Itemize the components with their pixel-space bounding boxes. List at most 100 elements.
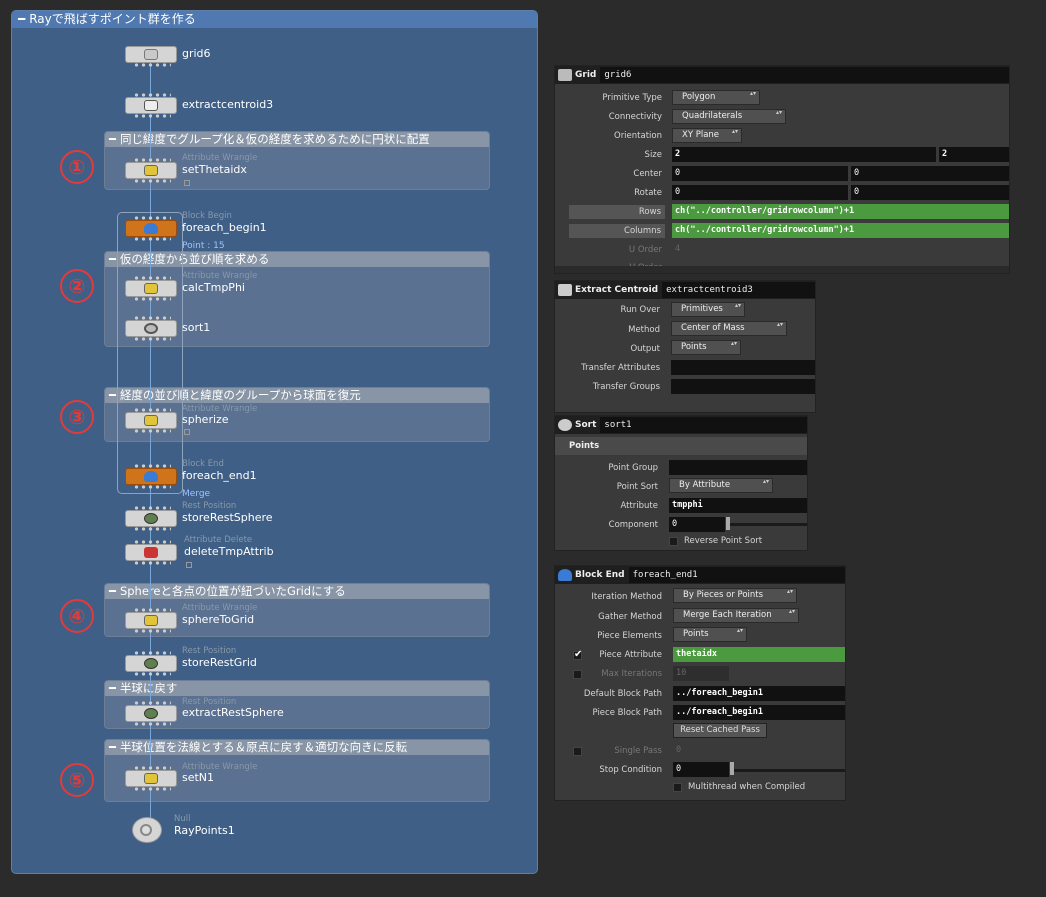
panel-node-type: Extract Centroid	[575, 285, 659, 295]
rest-icon	[144, 708, 158, 719]
reset-cached-pass-button[interactable]: Reset Cached Pass	[673, 723, 767, 738]
node-type-label: Block Begin	[182, 211, 232, 221]
center-x-field[interactable]: 0	[672, 166, 848, 181]
multithread-checkbox[interactable]	[673, 783, 682, 792]
node-extractcentroid3[interactable]	[125, 93, 177, 118]
rotate-y-field[interactable]: 0	[851, 185, 1009, 200]
gear-icon	[558, 419, 572, 431]
point-sort-label: Point Sort	[616, 482, 658, 492]
reverse-point-sort-checkbox[interactable]	[669, 537, 678, 546]
node-foreach_begin1[interactable]	[125, 216, 177, 241]
node-deleteTmpAttrib[interactable]	[125, 540, 177, 565]
points-section-tab[interactable]: Points	[555, 437, 807, 455]
extract-icon	[558, 284, 572, 296]
connectivity-dropdown[interactable]: Quadrilaterals	[672, 109, 786, 124]
block-end-parameter-panel: Block End foreach_end1 Iteration Method B…	[554, 565, 846, 801]
max-iterations-label: Max Iterations	[601, 669, 662, 679]
node-calcTmpPhi[interactable]	[125, 276, 177, 301]
node-sphereToGrid[interactable]	[125, 608, 177, 633]
stop-condition-slider[interactable]	[733, 769, 845, 772]
node-label: storeRestSphere	[182, 511, 273, 524]
horizontal-scrollbar[interactable]	[555, 266, 1009, 273]
transfer-attributes-field[interactable]	[671, 360, 815, 375]
stop-condition-slider-knob[interactable]	[730, 762, 734, 775]
piece-attribute-field[interactable]: thetaidx	[673, 647, 845, 662]
columns-field[interactable]: ch("../controller/gridrowcolumn")+1	[672, 223, 1009, 238]
node-extractRestSphere[interactable]	[125, 701, 177, 726]
size-x-field[interactable]: 2	[672, 147, 936, 162]
piece-block-path-field[interactable]: ../foreach_begin1	[673, 705, 845, 720]
node-label: extractRestSphere	[182, 706, 284, 719]
iteration-method-dropdown[interactable]: By Pieces or Points	[673, 588, 797, 603]
node-spherize[interactable]	[125, 408, 177, 433]
piece-attribute-label: Piece Attribute	[599, 650, 662, 660]
node-grid6[interactable]	[125, 46, 177, 67]
run-over-dropdown[interactable]: Primitives	[671, 302, 745, 317]
sort-icon	[144, 323, 158, 334]
orientation-dropdown[interactable]: XY Plane	[672, 128, 742, 143]
rest-icon	[144, 513, 158, 524]
component-label: Component	[608, 520, 658, 530]
node-name-field[interactable]: grid6	[600, 67, 1009, 83]
node-setN1[interactable]	[125, 766, 177, 791]
node-type-label: Block End	[182, 459, 224, 469]
panel-node-type: Sort	[575, 420, 597, 430]
default-block-path-field[interactable]: ../foreach_begin1	[673, 686, 845, 701]
default-block-path-label: Default Block Path	[583, 689, 662, 699]
component-slider[interactable]	[729, 523, 807, 526]
component-slider-knob[interactable]	[726, 517, 730, 530]
piece-elements-dropdown[interactable]: Points	[673, 627, 747, 642]
node-label: foreach_begin1	[182, 221, 267, 234]
method-dropdown[interactable]: Center of Mass	[671, 321, 787, 336]
stop-condition-field[interactable]: 0	[673, 762, 729, 777]
grid-icon	[558, 69, 572, 81]
network-editor[interactable]: ━ Rayで飛ばすポイント群を作る ━ 同じ緯度でグループ化＆仮の経度を求めるために…	[11, 10, 538, 874]
marker-4: ④	[60, 599, 94, 633]
node-label: sphereToGrid	[182, 613, 255, 626]
sort-parameter-panel: Sort sort1 Points Point Group Point Sort …	[554, 415, 808, 551]
center-label: Center	[633, 169, 662, 179]
node-name-field[interactable]: extractcentroid3	[662, 282, 815, 298]
transfer-groups-label: Transfer Groups	[592, 382, 660, 392]
u-order-field[interactable]: 4	[672, 242, 832, 257]
marker-1: ①	[60, 150, 94, 184]
transfer-groups-field[interactable]	[671, 379, 815, 394]
point-group-field[interactable]	[669, 460, 807, 475]
node-name-field[interactable]: sort1	[600, 417, 807, 433]
node-storeRestGrid[interactable]	[125, 651, 177, 676]
method-label: Method	[628, 325, 660, 335]
max-iterations-field[interactable]: 10	[673, 666, 729, 681]
primitive-type-dropdown[interactable]: Polygon	[672, 90, 760, 105]
gather-method-dropdown[interactable]: Merge Each Iteration	[673, 608, 799, 623]
connectivity-label: Connectivity	[608, 112, 662, 122]
node-setThetaidx[interactable]	[125, 158, 177, 183]
block-end-icon	[144, 471, 158, 482]
node-type-label: Attribute Wrangle	[182, 271, 258, 281]
attribute-field[interactable]: tmpphi	[669, 498, 807, 513]
run-over-label: Run Over	[620, 305, 660, 315]
node-label: sort1	[182, 321, 211, 334]
node-foreach_end1[interactable]	[125, 464, 177, 489]
component-field[interactable]: 0	[669, 517, 725, 532]
wrangle-icon	[144, 283, 158, 294]
output-label: Output	[630, 344, 660, 354]
rotate-x-field[interactable]: 0	[672, 185, 848, 200]
network-box-title[interactable]: ━ Rayで飛ばすポイント群を作る	[12, 11, 537, 28]
node-storeRestSphere[interactable]	[125, 506, 177, 531]
node-name-field[interactable]: foreach_end1	[628, 567, 845, 583]
node-sort1[interactable]	[125, 316, 177, 341]
single-pass-field[interactable]: 0	[673, 743, 729, 758]
size-y-field[interactable]: 2	[939, 147, 1009, 162]
center-y-field[interactable]: 0	[851, 166, 1009, 181]
node-label: foreach_end1	[182, 469, 257, 482]
point-sort-dropdown[interactable]: By Attribute	[669, 478, 773, 493]
node-label: setN1	[182, 771, 215, 784]
node-type-label: Rest Position	[182, 646, 237, 656]
primitive-type-label: Primitive Type	[602, 93, 662, 103]
output-dropdown[interactable]: Points	[671, 340, 741, 355]
rows-field[interactable]: ch("../controller/gridrowcolumn")+1	[672, 204, 1009, 219]
node-RayPoints1[interactable]	[132, 817, 162, 843]
wrangle-icon	[144, 165, 158, 176]
node-type-label: Rest Position	[182, 501, 237, 511]
block-end-icon	[558, 569, 572, 581]
